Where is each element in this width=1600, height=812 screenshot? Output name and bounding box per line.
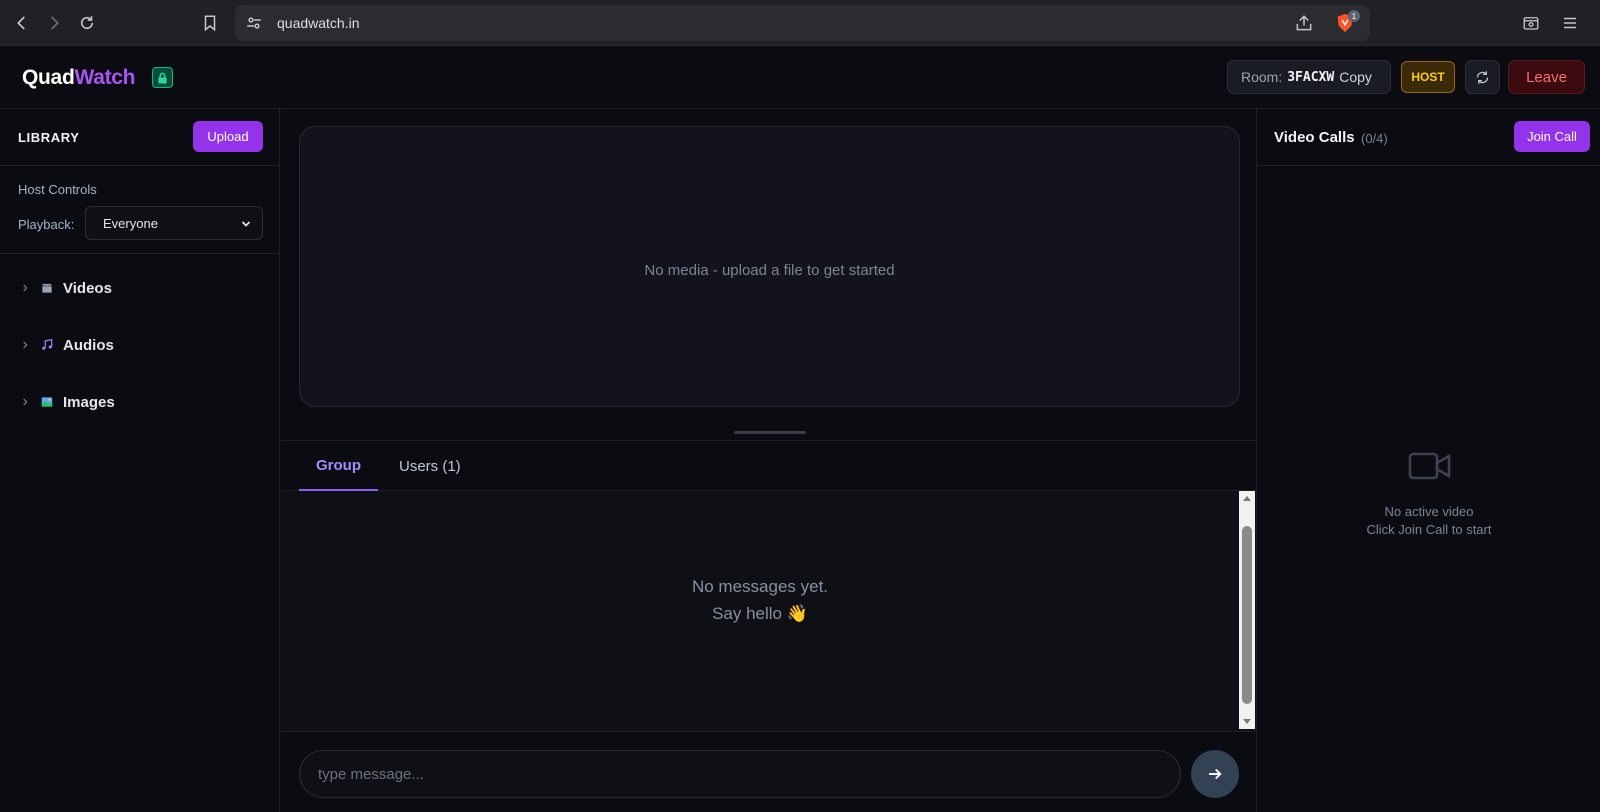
- video-calls-header: Video Calls (0/4) Join Call: [1257, 109, 1600, 166]
- forward-icon[interactable]: [38, 7, 70, 39]
- video-calls-title: Video Calls: [1274, 129, 1355, 146]
- empty-chat-message: No messages yet. Say hello 👋: [281, 573, 1239, 627]
- category-label: Images: [63, 393, 115, 411]
- no-media-text: No media - upload a file to get started: [644, 262, 895, 279]
- library-category-videos[interactable]: Videos: [0, 268, 280, 308]
- music-note-icon: [42, 339, 53, 350]
- resize-bar: [281, 425, 1256, 441]
- category-label: Videos: [63, 279, 112, 297]
- picture-icon: [41, 397, 53, 407]
- address-bar[interactable]: quadwatch.in 1: [235, 5, 1370, 41]
- menu-icon[interactable]: [1554, 7, 1586, 39]
- join-call-button[interactable]: Join Call: [1514, 121, 1590, 152]
- reload-icon[interactable]: [71, 7, 103, 39]
- join-call-hint: Click Join Call to start: [1366, 522, 1492, 537]
- chat-scrollbar[interactable]: [1239, 491, 1255, 729]
- browser-toolbar: quadwatch.in 1: [0, 0, 1600, 46]
- video-camera-icon: [1408, 452, 1451, 480]
- media-player[interactable]: No media - upload a file to get started: [299, 126, 1240, 407]
- player-area: No media - upload a file to get started: [281, 109, 1256, 425]
- playback-label: Playback:: [18, 217, 75, 232]
- logo-quad: Quad: [22, 66, 75, 89]
- resize-handle[interactable]: [734, 431, 806, 434]
- chat-messages: No messages yet. Say hello 👋: [281, 491, 1256, 731]
- playback-select[interactable]: Everyone: [85, 206, 263, 240]
- url-text[interactable]: quadwatch.in: [277, 15, 360, 31]
- app-logo[interactable]: QuadWatch: [22, 66, 136, 90]
- copy-room-button[interactable]: Copy: [1339, 69, 1372, 85]
- scrollbar-thumb[interactable]: [1242, 526, 1252, 704]
- leave-button[interactable]: Leave: [1508, 60, 1585, 94]
- chevron-right-icon: [23, 398, 28, 406]
- bookmark-icon[interactable]: [194, 7, 226, 39]
- share-icon[interactable]: [1294, 13, 1314, 33]
- room-code-box: Room: 3FACXW Copy: [1227, 60, 1391, 94]
- chevron-right-icon: [23, 284, 28, 292]
- site-settings-icon[interactable]: [245, 14, 263, 32]
- send-button[interactable]: [1191, 750, 1239, 798]
- chevron-right-icon: [23, 341, 28, 349]
- scroll-down-icon[interactable]: [1242, 716, 1252, 726]
- room-label: Room:: [1241, 69, 1283, 85]
- library-category-audios[interactable]: Audios: [0, 325, 280, 365]
- shield-count-badge: 1: [1348, 10, 1360, 22]
- main-content: No media - upload a file to get started …: [281, 109, 1256, 812]
- chat-composer: [281, 731, 1256, 812]
- category-label: Audios: [63, 336, 114, 354]
- arrow-right-icon: [1209, 768, 1222, 780]
- tab-search-icon[interactable]: [1515, 7, 1547, 39]
- chevron-down-icon: [241, 221, 251, 227]
- message-input[interactable]: [299, 750, 1181, 798]
- logo-watch: Watch: [74, 66, 136, 89]
- empty-chat-line2: Say hello 👋: [712, 604, 808, 623]
- host-badge: HOST: [1401, 61, 1455, 93]
- back-icon[interactable]: [6, 7, 38, 39]
- sync-button[interactable]: [1465, 60, 1500, 94]
- sync-icon: [1476, 70, 1489, 84]
- host-controls-title: Host Controls: [18, 182, 97, 197]
- video-calls-panel: Video Calls (0/4) Join Call No active vi…: [1256, 109, 1600, 812]
- room-code: 3FACXW: [1287, 69, 1335, 85]
- lock-icon: [152, 67, 173, 88]
- clapper-icon: [42, 283, 52, 293]
- tab-group[interactable]: Group: [299, 441, 378, 491]
- no-video-text: No active video: [1384, 504, 1474, 519]
- library-category-images[interactable]: Images: [0, 382, 280, 422]
- empty-chat-line1: No messages yet.: [691, 577, 829, 596]
- playback-value: Everyone: [103, 215, 158, 231]
- library-title: LIBRARY: [18, 130, 80, 145]
- video-calls-count: (0/4): [1361, 131, 1388, 146]
- library-header: LIBRARY Upload: [0, 109, 279, 166]
- scroll-up-icon[interactable]: [1242, 494, 1252, 504]
- tab-users[interactable]: Users (1): [399, 441, 461, 491]
- chat-tabs: Group Users (1): [281, 441, 1256, 491]
- app-header: QuadWatch Room: 3FACXW Copy HOST Leave: [0, 46, 1600, 109]
- upload-button[interactable]: Upload: [193, 121, 263, 152]
